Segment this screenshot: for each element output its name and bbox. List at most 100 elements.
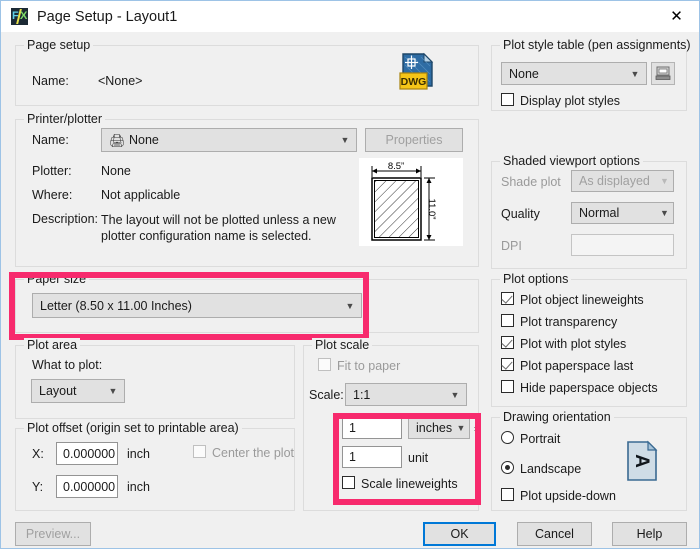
what-to-plot-value: Layout <box>39 384 77 398</box>
title-bar: FX Page Setup - Layout1 ✕ <box>1 1 699 32</box>
quality-combo[interactable]: Normal ▼ <box>571 202 674 224</box>
plot-with-plot-styles-checkbox[interactable] <box>501 336 514 349</box>
plot-with-plot-styles-label: Plot with plot styles <box>520 337 627 351</box>
plotter-name-label: Name: <box>32 133 69 147</box>
landscape-page-icon: A <box>627 440 658 481</box>
chevron-down-icon: ▼ <box>450 389 460 400</box>
plotter-name-combo[interactable]: 🖨 None ▼ <box>101 128 357 152</box>
landscape-radio[interactable] <box>501 461 514 474</box>
portrait-label: Portrait <box>520 432 561 446</box>
scale-units-combo[interactable]: inches ▼ <box>408 417 470 439</box>
help-button[interactable]: Help <box>612 522 687 546</box>
plot-style-editor-button[interactable] <box>651 62 675 85</box>
plot-area-legend: Plot area <box>24 338 81 352</box>
center-the-plot-checkbox[interactable] <box>193 445 206 458</box>
description-value: The layout will not be plotted unless a … <box>101 213 336 243</box>
page-setup-name-label: Name: <box>32 74 69 88</box>
dpi-input[interactable] <box>571 234 674 256</box>
drawing-orientation-group: Drawing orientation Portrait Landscape P… <box>491 410 687 511</box>
chevron-down-icon: ▼ <box>340 135 350 145</box>
chevron-down-icon: ▼ <box>660 208 669 218</box>
offset-x-input[interactable]: 0.000000 <box>56 442 118 465</box>
scale-denominator-input[interactable]: 1 <box>342 446 402 468</box>
plot-style-editor-icon <box>655 66 671 80</box>
plot-transparency-checkbox[interactable] <box>501 314 514 327</box>
scale-numerator-input[interactable]: 1 <box>342 417 402 439</box>
hide-paperspace-objects-checkbox[interactable] <box>501 380 514 393</box>
plot-scale-legend: Plot scale <box>312 338 373 352</box>
dpi-label: DPI <box>501 239 522 253</box>
quality-label: Quality <box>501 207 540 221</box>
plot-style-table-value: None <box>509 66 539 81</box>
cancel-button[interactable]: Cancel <box>517 522 592 546</box>
portrait-radio[interactable] <box>501 431 514 444</box>
center-the-plot-label: Center the plot <box>212 446 294 460</box>
chevron-down-icon: ▼ <box>660 176 669 186</box>
quality-value: Normal <box>579 206 620 220</box>
paper-size-group: Paper size Letter (8.50 x 11.00 Inches) … <box>15 272 479 333</box>
landscape-label: Landscape <box>520 462 582 476</box>
printer-plotter-legend: Printer/plotter <box>24 112 106 126</box>
plotter-label: Plotter: <box>32 164 72 178</box>
page-setup-group: Page setup Name: <None> DWG <box>15 38 479 106</box>
display-plot-styles-checkbox[interactable] <box>501 93 514 106</box>
preview-button[interactable]: Preview... <box>15 522 91 546</box>
page-setup-name-value: <None> <box>98 74 143 88</box>
drawing-orientation-legend: Drawing orientation <box>500 410 614 424</box>
properties-button[interactable]: Properties <box>365 128 463 152</box>
shaded-viewport-group: Shaded viewport options Shade plot As di… <box>491 154 687 269</box>
close-icon[interactable]: ✕ <box>654 1 699 31</box>
chevron-down-icon: ▼ <box>456 423 466 433</box>
plot-upside-down-checkbox[interactable] <box>501 488 514 501</box>
paper-size-value: Letter (8.50 x 11.00 Inches) <box>40 298 192 313</box>
fit-to-paper-label: Fit to paper <box>337 359 401 373</box>
hide-paperspace-objects-label: Hide paperspace objects <box>520 381 658 395</box>
paper-preview: 8.5” 11.0” <box>359 158 463 246</box>
plot-style-table-combo[interactable]: None ▼ <box>501 62 647 85</box>
printer-plotter-group: Printer/plotter Name: 🖨 None ▼ Propertie… <box>15 112 479 267</box>
plot-upside-down-label: Plot upside-down <box>520 489 616 503</box>
plot-object-lineweights-checkbox[interactable] <box>501 292 514 305</box>
plot-options-group: Plot options Plot object lineweights Plo… <box>491 272 687 407</box>
fit-to-paper-checkbox[interactable] <box>318 358 331 371</box>
plot-scale-group: Plot scale Fit to paper Scale: 1:1 ▼ 1 i… <box>303 338 481 511</box>
scale-label: Scale: <box>309 388 344 402</box>
plotter-value: None <box>101 164 131 178</box>
plot-offset-group: Plot offset (origin set to printable are… <box>15 421 295 511</box>
offset-x-unit: inch <box>127 447 150 461</box>
offset-y-label: Y: <box>32 480 44 494</box>
plot-paperspace-last-checkbox[interactable] <box>501 358 514 371</box>
page-setup-legend: Page setup <box>24 38 94 52</box>
what-to-plot-label: What to plot: <box>32 358 103 372</box>
plotter-name-value: None <box>129 133 159 147</box>
scale-value: 1:1 <box>353 387 371 402</box>
preview-height-label: 11.0” <box>426 199 437 220</box>
scale-lineweights-label: Scale lineweights <box>361 477 458 491</box>
ok-button[interactable]: OK <box>423 522 496 546</box>
printer-icon: 🖨 <box>109 133 126 148</box>
plot-style-table-group: Plot style table (pen assignments) None … <box>491 38 694 111</box>
plot-object-lineweights-label: Plot object lineweights <box>520 293 644 307</box>
scale-combo[interactable]: 1:1 ▼ <box>345 383 467 406</box>
chevron-down-icon: ▼ <box>630 68 640 79</box>
paper-size-legend: Paper size <box>24 272 90 286</box>
shade-plot-combo[interactable]: As displayed ▼ <box>571 170 674 192</box>
shade-plot-label: Shade plot <box>501 175 561 189</box>
where-label: Where: <box>32 188 73 202</box>
paper-size-combo[interactable]: Letter (8.50 x 11.00 Inches) ▼ <box>32 293 362 318</box>
dwg-file-icon: DWG <box>399 52 434 90</box>
svg-text:DWG: DWG <box>401 76 427 88</box>
chevron-down-icon: ▼ <box>108 386 118 396</box>
scale-units-value: inches <box>416 421 453 435</box>
scale-lineweights-checkbox[interactable] <box>342 476 355 489</box>
fx-cad-icon: FX <box>11 8 28 25</box>
shaded-viewport-legend: Shaded viewport options <box>500 154 643 168</box>
chevron-down-icon: ▼ <box>345 300 355 311</box>
what-to-plot-combo[interactable]: Layout ▼ <box>31 379 125 403</box>
offset-y-input[interactable]: 0.000000 <box>56 475 118 498</box>
plot-options-legend: Plot options <box>500 272 572 286</box>
display-plot-styles-label: Display plot styles <box>520 94 621 108</box>
plot-paperspace-last-label: Plot paperspace last <box>520 359 634 373</box>
svg-text:A: A <box>631 454 652 468</box>
description-label: Description: <box>32 212 98 226</box>
